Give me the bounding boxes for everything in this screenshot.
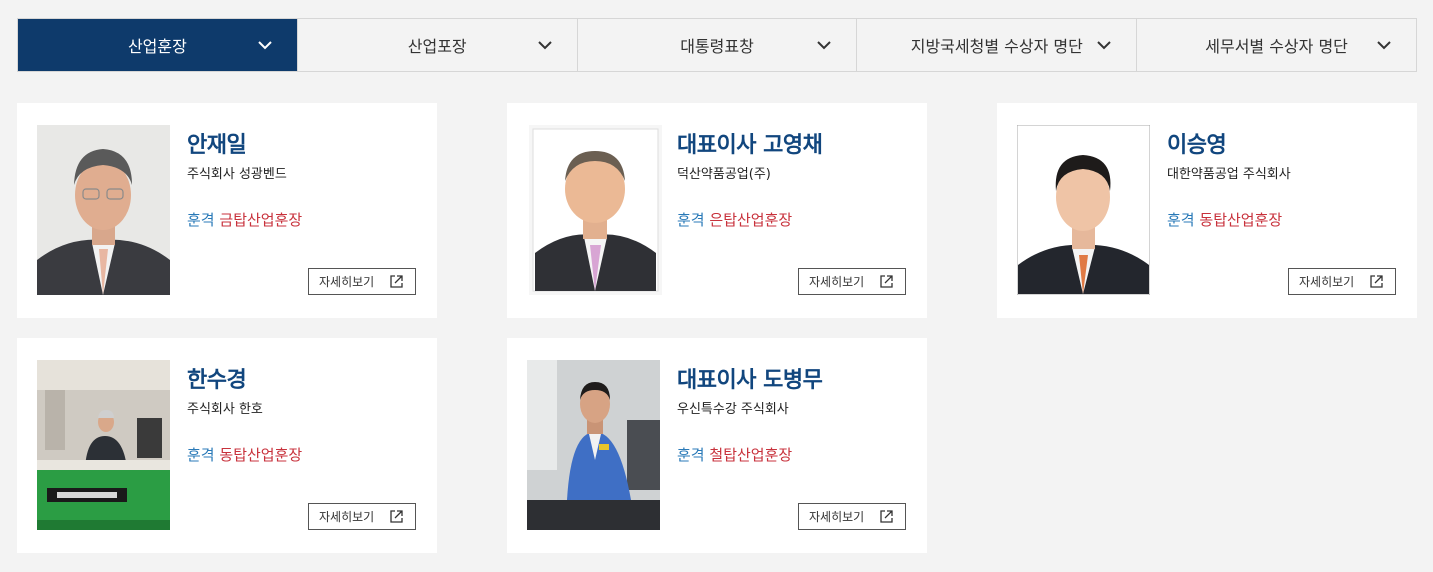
awardee-name: 이승영 xyxy=(1167,133,1227,158)
awardee-company: 덕산약품공업(주) xyxy=(677,167,771,182)
view-detail-label: 자세히보기 xyxy=(809,510,865,524)
awardee-card: 한수경 주식회사 한호 훈격 동탑산업훈장 자세히보기 xyxy=(17,338,437,553)
awardee-card: 대표이사 도병무 우신특수강 주식회사 훈격 철탑산업훈장 자세히보기 xyxy=(507,338,927,553)
external-link-icon xyxy=(880,275,893,288)
tab-label: 산업훈장 xyxy=(127,37,187,56)
award-medal-name: 철탑산업훈장 xyxy=(709,446,793,464)
awardee-photo xyxy=(37,125,170,295)
awardee-name: 대표이사 도병무 xyxy=(677,368,823,393)
view-detail-label: 자세히보기 xyxy=(319,510,375,524)
tab-label: 세무서별 수상자 명단 xyxy=(1205,37,1348,56)
awardee-photo xyxy=(527,360,660,530)
awardee-card: 안재일 주식회사 성광벤드 훈격 금탑산업훈장 자세히보기 xyxy=(17,103,437,318)
chevron-down-icon xyxy=(1376,40,1392,50)
view-detail-button[interactable]: 자세히보기 xyxy=(308,268,416,295)
view-detail-label: 자세히보기 xyxy=(319,275,375,289)
awardee-photo xyxy=(529,125,662,295)
chevron-down-icon xyxy=(1096,40,1112,50)
awardee-company: 우신특수강 주식회사 xyxy=(677,402,789,417)
award-medal-name: 동탑산업훈장 xyxy=(1199,211,1283,229)
award-medal-name: 동탑산업훈장 xyxy=(219,446,303,464)
award-grade-prefix: 훈격 xyxy=(677,446,705,464)
view-detail-label: 자세히보기 xyxy=(1299,275,1355,289)
awardee-company: 주식회사 한호 xyxy=(187,402,263,417)
view-detail-button[interactable]: 자세히보기 xyxy=(798,268,906,295)
award-grade: 훈격 금탑산업훈장 xyxy=(187,209,302,230)
award-medal-name: 은탑산업훈장 xyxy=(709,211,793,229)
awardee-name: 안재일 xyxy=(187,133,247,158)
awardee-photo xyxy=(1017,125,1150,295)
view-detail-button[interactable]: 자세히보기 xyxy=(1288,268,1396,295)
tab-tax-office-list[interactable]: 세무서별 수상자 명단 xyxy=(1136,19,1416,71)
awardee-photo xyxy=(37,360,170,530)
award-grade: 훈격 동탑산업훈장 xyxy=(1167,209,1282,230)
award-medal-name: 금탑산업훈장 xyxy=(219,211,303,229)
external-link-icon xyxy=(390,510,403,523)
award-grade: 훈격 은탑산업훈장 xyxy=(677,209,792,230)
award-grade: 훈격 철탑산업훈장 xyxy=(677,444,792,465)
award-grade-prefix: 훈격 xyxy=(187,211,215,229)
external-link-icon xyxy=(1370,275,1383,288)
tab-label: 산업포장 xyxy=(407,37,467,56)
awardee-name: 한수경 xyxy=(187,368,247,393)
awardee-card: 대표이사 고영채 덕산약품공업(주) 훈격 은탑산업훈장 자세히보기 xyxy=(507,103,927,318)
view-detail-button[interactable]: 자세히보기 xyxy=(308,503,416,530)
tab-label: 지방국세청별 수상자 명단 xyxy=(910,37,1083,56)
chevron-down-icon xyxy=(257,40,273,50)
chevron-down-icon xyxy=(537,40,553,50)
tab-industrial-order[interactable]: 산업훈장 xyxy=(18,19,297,71)
chevron-down-icon xyxy=(816,40,832,50)
view-detail-label: 자세히보기 xyxy=(809,275,865,289)
award-grade: 훈격 동탑산업훈장 xyxy=(187,444,302,465)
tab-industrial-medal[interactable]: 산업포장 xyxy=(296,19,577,71)
awardee-company: 대한약품공업 주식회사 xyxy=(1167,167,1291,182)
award-grade-prefix: 훈격 xyxy=(677,211,705,229)
awardee-card: 이승영 대한약품공업 주식회사 훈격 동탑산업훈장 자세히보기 xyxy=(997,103,1417,318)
external-link-icon xyxy=(390,275,403,288)
award-grade-prefix: 훈격 xyxy=(187,446,215,464)
awardee-company: 주식회사 성광벤드 xyxy=(187,167,287,182)
award-category-tabs: 산업훈장 산업포장 대통령표창 지방국세청별 수상자 명단 세무서별 수상자 명… xyxy=(17,18,1417,72)
view-detail-button[interactable]: 자세히보기 xyxy=(798,503,906,530)
tab-presidential-commendation[interactable]: 대통령표창 xyxy=(576,19,857,71)
awardee-name: 대표이사 고영채 xyxy=(677,133,823,158)
tab-regional-office-list[interactable]: 지방국세청별 수상자 명단 xyxy=(856,19,1136,71)
award-grade-prefix: 훈격 xyxy=(1167,211,1195,229)
external-link-icon xyxy=(880,510,893,523)
tab-label: 대통령표창 xyxy=(680,37,754,56)
